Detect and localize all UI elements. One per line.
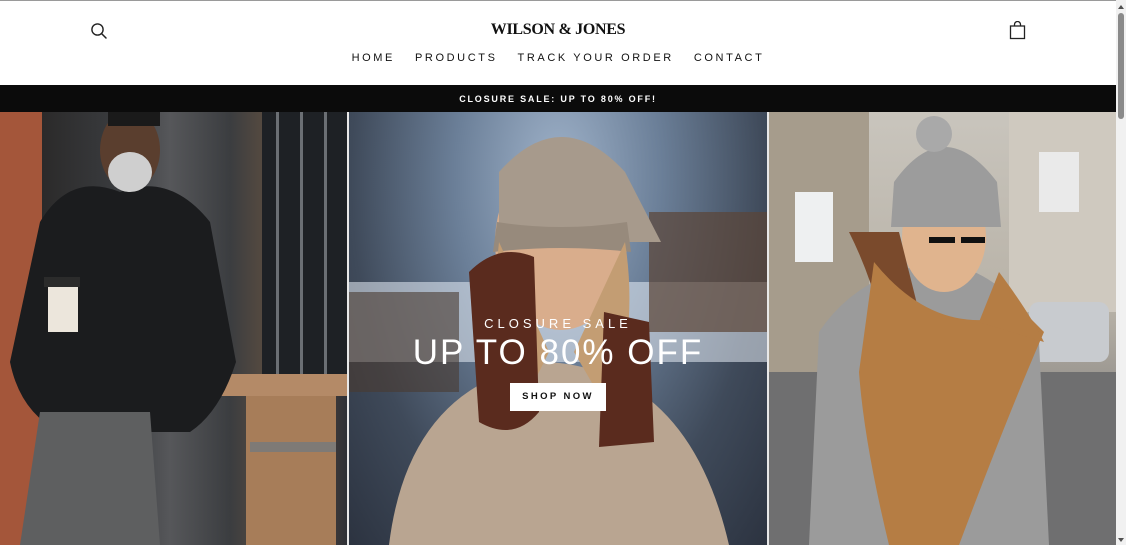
site-logo[interactable]: WILSON & JONES: [0, 21, 1116, 39]
storefront-page: WILSON & JONES HOME PRODUCTS TRACK YOUR …: [0, 0, 1116, 545]
announcement-text: CLOSURE SALE: UP TO 80% OFF!: [459, 93, 657, 104]
hero-banner[interactable]: CLOSURE SALE UP TO 80% OFF SHOP NOW: [0, 112, 1116, 545]
nav-item-home[interactable]: HOME: [352, 52, 395, 64]
nav-item-contact[interactable]: CONTACT: [694, 52, 765, 64]
scrollbar-thumb[interactable]: [1118, 13, 1124, 119]
shop-now-button[interactable]: SHOP NOW: [510, 383, 606, 411]
hero-eyebrow: CLOSURE SALE: [484, 316, 632, 331]
woman-with-scarf-photo: [769, 112, 1116, 545]
nav-item-products[interactable]: PRODUCTS: [415, 52, 498, 64]
announcement-bar: CLOSURE SALE: UP TO 80% OFF!: [0, 85, 1116, 112]
scroll-down-arrow-icon[interactable]: [1116, 533, 1126, 545]
shopping-bag-icon[interactable]: [1009, 20, 1026, 40]
hero-copy: CLOSURE SALE UP TO 80% OFF SHOP NOW: [349, 316, 767, 411]
scroll-up-arrow-icon[interactable]: [1116, 0, 1126, 12]
main-nav: HOME PRODUCTS TRACK YOUR ORDER CONTACT: [0, 52, 1116, 64]
nav-item-track-order[interactable]: TRACK YOUR ORDER: [518, 52, 674, 64]
man-with-coffee-photo: [0, 112, 347, 545]
hero-headline: UP TO 80% OFF: [412, 333, 704, 372]
site-header: WILSON & JONES HOME PRODUCTS TRACK YOUR …: [0, 1, 1116, 85]
